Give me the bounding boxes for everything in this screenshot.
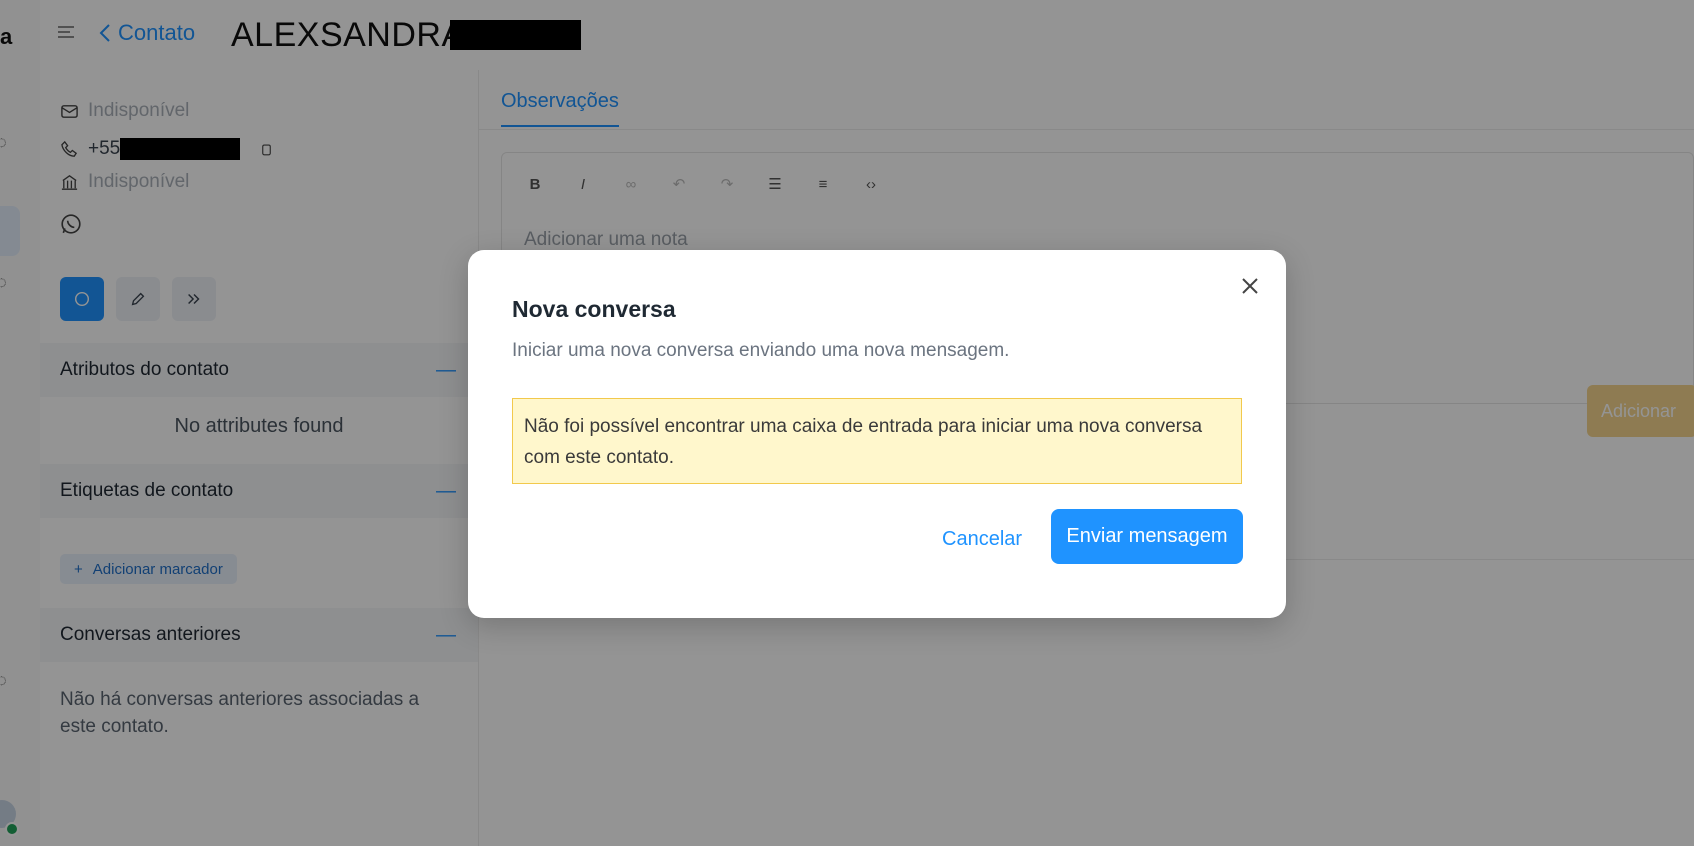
warning-alert: Não foi possível encontrar uma caixa de … [512, 398, 1242, 484]
modal-subtitle: Iniciar uma nova conversa enviando uma n… [512, 340, 1010, 361]
modal-title: Nova conversa [512, 296, 676, 322]
send-message-button[interactable]: Enviar mensagem [1051, 509, 1243, 564]
cancel-button[interactable]: Cancelar [942, 512, 1022, 566]
close-icon[interactable] [1238, 274, 1262, 298]
new-conversation-modal: Nova conversa Iniciar uma nova conversa … [468, 250, 1286, 618]
